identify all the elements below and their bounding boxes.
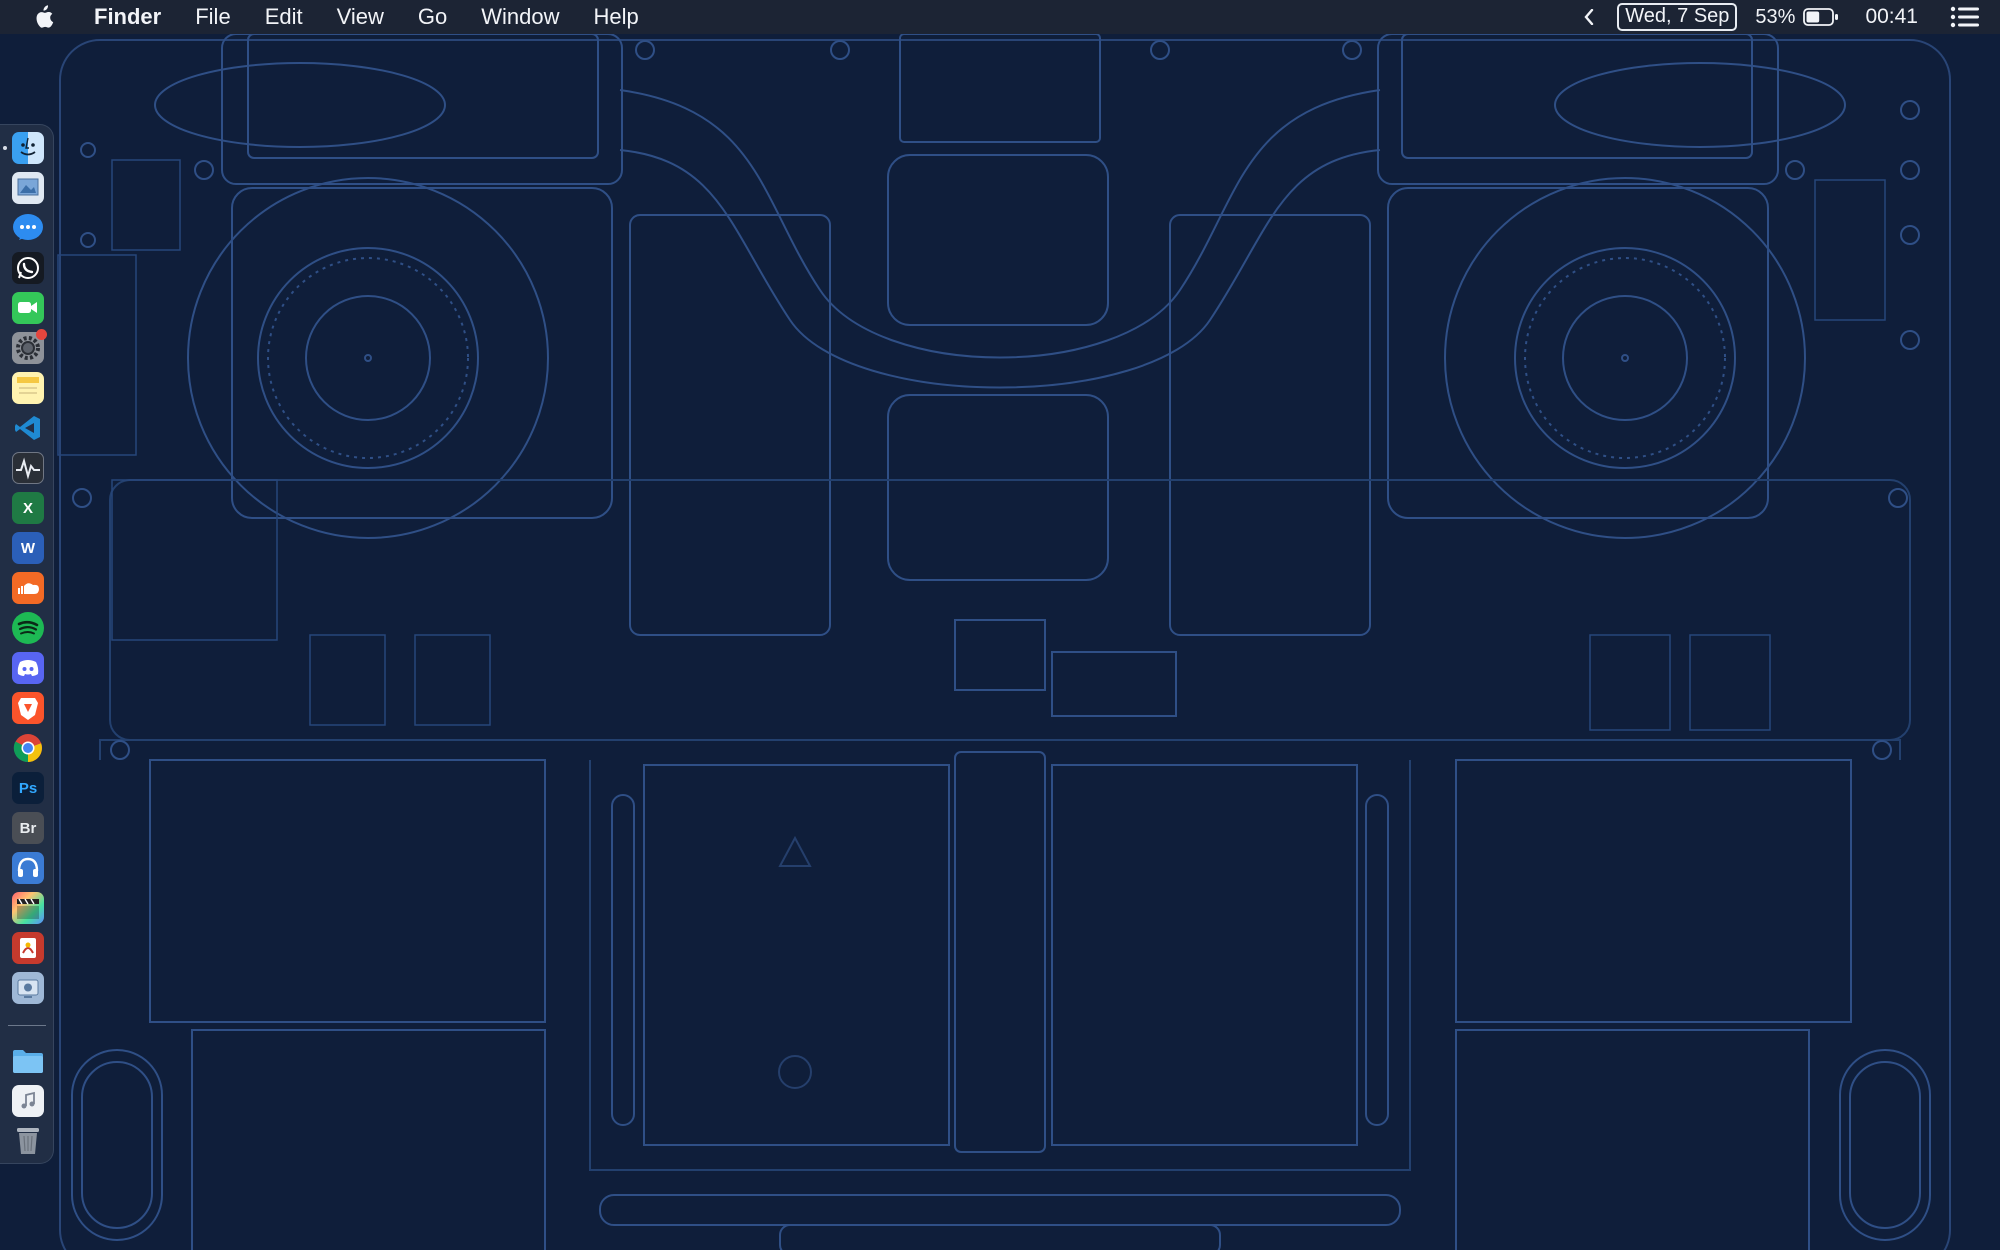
music-file-icon[interactable] [12, 1085, 44, 1117]
menu-go[interactable]: Go [401, 0, 464, 34]
whatsapp-icon[interactable] [12, 252, 44, 284]
finder-icon[interactable] [12, 132, 44, 164]
dock-divider [8, 1025, 46, 1026]
vscode-icon[interactable] [12, 412, 44, 444]
preview-icon[interactable] [12, 172, 44, 204]
battery-percentage[interactable]: 53% [1755, 6, 1795, 29]
excel-icon[interactable]: X [12, 492, 44, 524]
word-icon[interactable]: W [12, 532, 44, 564]
photoshop-icon[interactable]: Ps [12, 772, 44, 804]
menu-help[interactable]: Help [577, 0, 656, 34]
desktop-wallpaper [0, 0, 2000, 1250]
utility-icon[interactable] [12, 972, 44, 1004]
trash-icon[interactable] [12, 1125, 44, 1157]
notes-icon[interactable] [12, 372, 44, 404]
chevron-left-icon[interactable] [1581, 0, 1597, 34]
apple-logo-icon[interactable] [28, 0, 58, 34]
final-cut-icon[interactable] [12, 892, 44, 924]
pdf-app-icon[interactable] [12, 932, 44, 964]
menu-edit[interactable]: Edit [248, 0, 320, 34]
folder-icon[interactable] [12, 1045, 44, 1077]
menu-bar: Finder File Edit View Go Window Help Wed… [0, 0, 2000, 34]
running-indicator [3, 146, 7, 150]
bridge-icon[interactable]: Br [12, 812, 44, 844]
menu-window[interactable]: Window [464, 0, 576, 34]
menu-date[interactable]: Wed, 7 Sep [1617, 3, 1738, 31]
menu-clock[interactable]: 00:41 [1865, 5, 1918, 29]
menu-app-name[interactable]: Finder [82, 0, 178, 34]
facetime-icon[interactable] [12, 292, 44, 324]
control-center-icon[interactable] [1950, 5, 1980, 29]
brave-icon[interactable] [12, 692, 44, 724]
messenger-icon[interactable] [12, 212, 44, 244]
chrome-icon[interactable] [12, 732, 44, 764]
notification-badge [36, 329, 47, 340]
menu-file[interactable]: File [178, 0, 247, 34]
menu-view[interactable]: View [320, 0, 401, 34]
soundcloud-icon[interactable] [12, 572, 44, 604]
audio-app-icon[interactable] [12, 852, 44, 884]
gear-icon[interactable] [12, 329, 47, 364]
dock: X W Ps Br [0, 124, 54, 1164]
battery-icon[interactable] [1803, 7, 1839, 27]
spotify-icon[interactable] [12, 612, 44, 644]
activity-monitor-icon[interactable] [12, 452, 44, 484]
discord-icon[interactable] [12, 652, 44, 684]
